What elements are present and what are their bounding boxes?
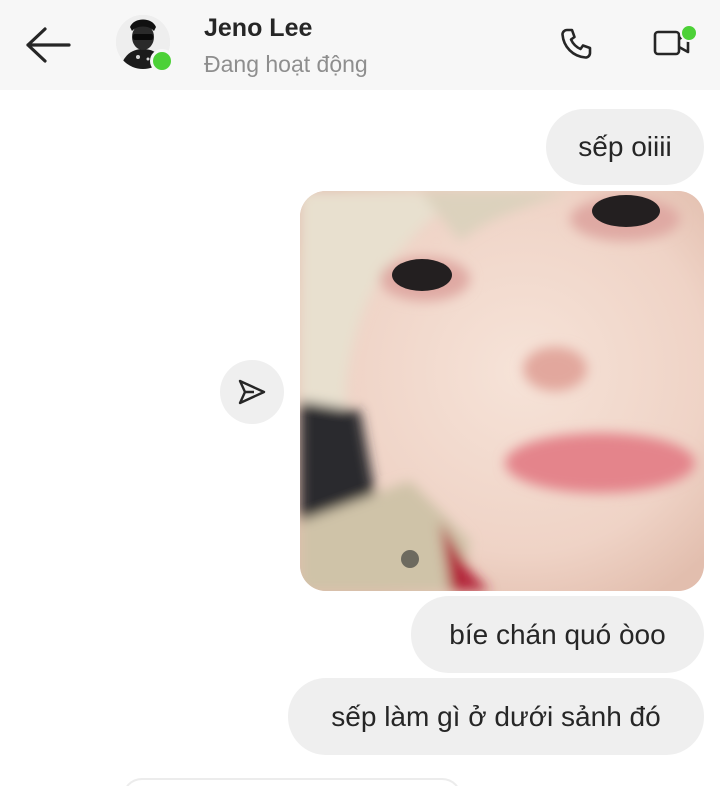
video-call-button[interactable] — [652, 24, 698, 62]
contact-avatar[interactable] — [116, 15, 174, 73]
phone-icon — [561, 28, 592, 59]
message-bubble[interactable]: bíe chán quó òoo — [411, 596, 704, 673]
chat-header: Jeno Lee Đang hoạt động — [0, 0, 720, 90]
photo-message[interactable] — [300, 191, 704, 591]
paper-plane-icon — [238, 379, 266, 405]
online-status-dot — [150, 49, 174, 73]
message-bubble[interactable]: sếp làm gì ở dưới sảnh đó — [288, 678, 704, 755]
contact-name[interactable]: Jeno Lee — [204, 14, 312, 43]
voice-call-button[interactable] — [556, 24, 596, 64]
arrow-left-icon — [26, 27, 71, 63]
message-bubble[interactable]: sếp oiiii — [546, 109, 704, 185]
contact-status: Đang hoạt động — [204, 51, 368, 77]
back-button[interactable] — [22, 24, 74, 66]
share-button[interactable] — [220, 360, 284, 424]
video-active-dot — [680, 24, 698, 42]
partial-message-bubble — [122, 778, 462, 786]
